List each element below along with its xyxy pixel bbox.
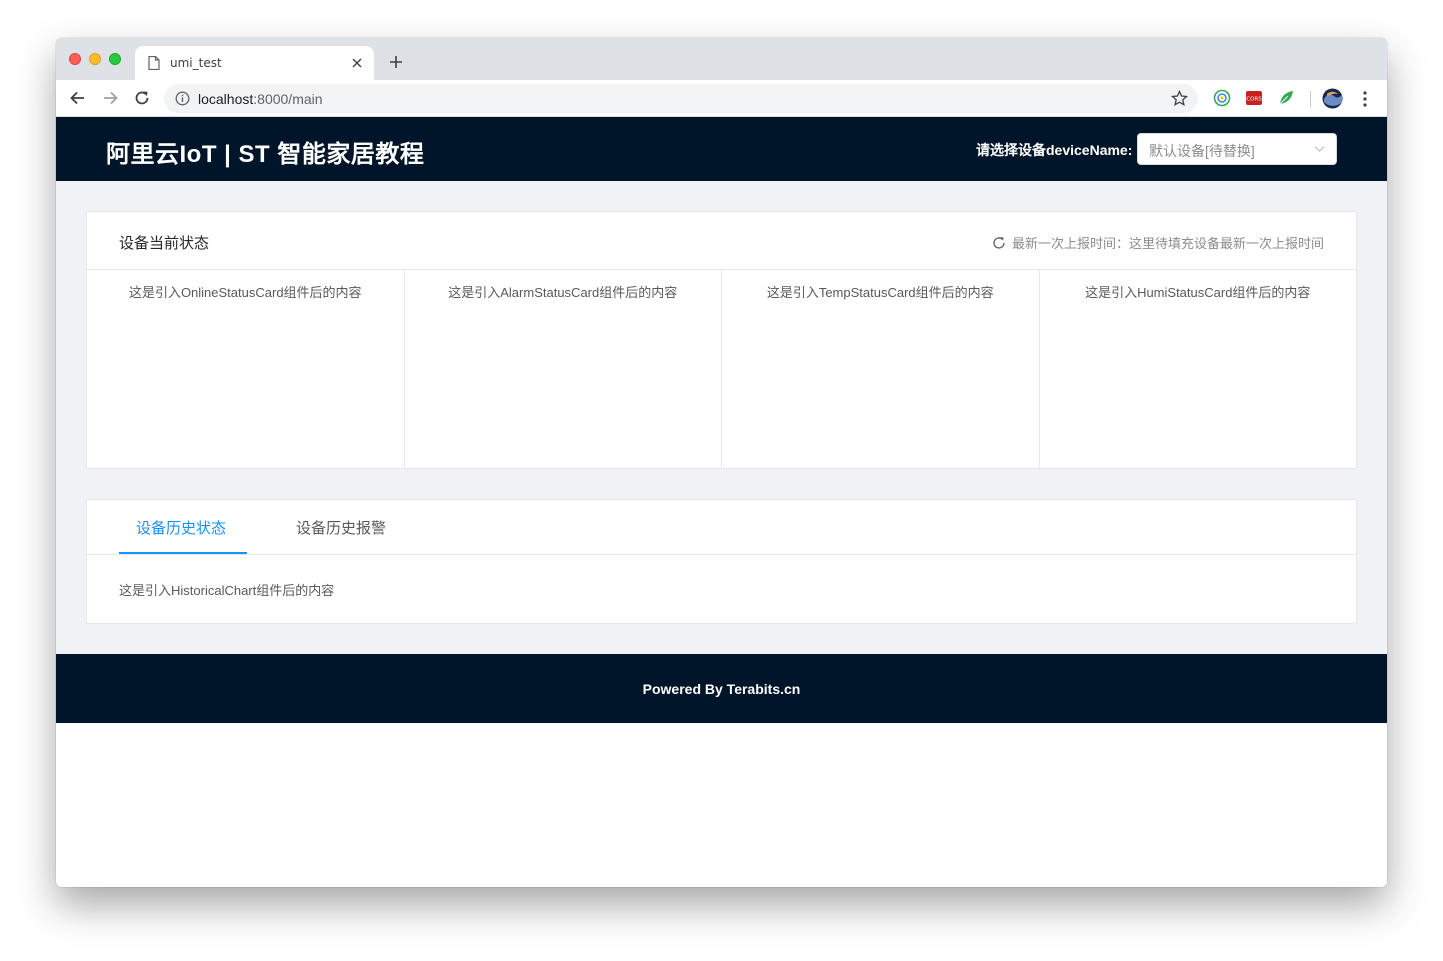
temp-status-cell: 这是引入TempStatusCard组件后的内容 <box>722 270 1040 469</box>
forward-arrow-icon[interactable] <box>100 88 120 108</box>
extension-cors-label: CORS <box>1246 97 1262 103</box>
history-card: 设备历史状态 设备历史报警 这是引入HistoricalChart组件后的内容 <box>86 499 1357 624</box>
close-icon[interactable] <box>350 56 364 70</box>
footer-text: Powered By Terabits.cn <box>642 680 801 697</box>
tab-pane-content: 这是引入HistoricalChart组件后的内容 <box>119 583 335 598</box>
kebab-menu-icon[interactable] <box>1358 89 1372 109</box>
tab-ink-bar <box>119 552 247 554</box>
browser-tab[interactable]: umi_test <box>135 46 374 80</box>
card-title: 设备当前状态 <box>119 235 210 252</box>
url-text[interactable]: localhost:8000/main <box>198 91 323 107</box>
last-report-text: 最新一次上报时间：这里待填充设备最新一次上报时间 <box>1011 236 1324 251</box>
app-footer: Powered By Terabits.cn <box>56 654 1387 723</box>
tab-strip: umi_test <box>56 38 1387 80</box>
extension-target-icon[interactable] <box>1213 89 1231 107</box>
browser-window: umi_test localhost:8000/main CORS 阿里云IoT… <box>56 38 1387 887</box>
humi-status-cell: 这是引入HumiStatusCard组件后的内容 <box>1085 285 1311 300</box>
last-report-info: 最新一次上报时间：这里待填充设备最新一次上报时间 <box>992 233 1324 252</box>
app-title: 阿里云IoT | ST 智能家居教程 <box>106 141 425 168</box>
maximize-window-button[interactable] <box>109 53 121 65</box>
chevron-down-icon <box>1314 146 1325 152</box>
tab-history-alarm[interactable]: 设备历史报警 <box>296 500 386 555</box>
reload-icon[interactable] <box>132 88 152 108</box>
status-grid: 这是引入OnlineStatusCard组件后的内容 这是引入AlarmStat… <box>87 270 1356 469</box>
extension-leaf-icon[interactable] <box>1277 89 1295 107</box>
refresh-icon[interactable] <box>992 236 1006 250</box>
device-select-value: 默认设备[待替换] <box>1149 143 1255 159</box>
app-root: 阿里云IoT | ST 智能家居教程 请选择设备deviceName: 默认设备… <box>56 117 1387 887</box>
info-icon[interactable] <box>175 91 190 106</box>
plus-icon[interactable] <box>386 52 406 72</box>
extension-cors-icon[interactable]: CORS <box>1245 89 1263 107</box>
app-header: 阿里云IoT | ST 智能家居教程 请选择设备deviceName: 默认设备… <box>56 117 1387 181</box>
tab-title: umi_test <box>170 56 222 70</box>
alarm-status-cell: 这是引入AlarmStatusCard组件后的内容 <box>405 270 722 469</box>
tab-history-status[interactable]: 设备历史状态 <box>136 500 226 555</box>
card-header: 设备当前状态 最新一次上报时间：这里待填充设备最新一次上报时间 <box>87 212 1356 270</box>
toolbar-divider <box>1310 91 1311 107</box>
online-status-cell: 这是引入OnlineStatusCard组件后的内容 <box>87 270 405 469</box>
back-arrow-icon[interactable] <box>68 88 88 108</box>
address-bar[interactable]: localhost:8000/main <box>164 84 1198 113</box>
browser-toolbar: localhost:8000/main CORS <box>56 80 1387 117</box>
device-select[interactable]: 默认设备[待替换] <box>1137 133 1337 165</box>
history-tabs: 设备历史状态 设备历史报警 <box>87 500 1356 555</box>
url-path: :8000/main <box>253 91 323 107</box>
device-select-label: 请选择设备deviceName: <box>976 142 1133 158</box>
url-host: localhost <box>198 91 254 107</box>
profile-avatar-icon[interactable] <box>1322 88 1343 109</box>
minimize-window-button[interactable] <box>89 53 101 65</box>
current-status-card: 设备当前状态 最新一次上报时间：这里待填充设备最新一次上报时间 这是引入Onli… <box>86 211 1357 469</box>
file-icon <box>148 56 160 70</box>
star-icon[interactable] <box>1171 90 1188 107</box>
close-window-button[interactable] <box>69 53 81 65</box>
